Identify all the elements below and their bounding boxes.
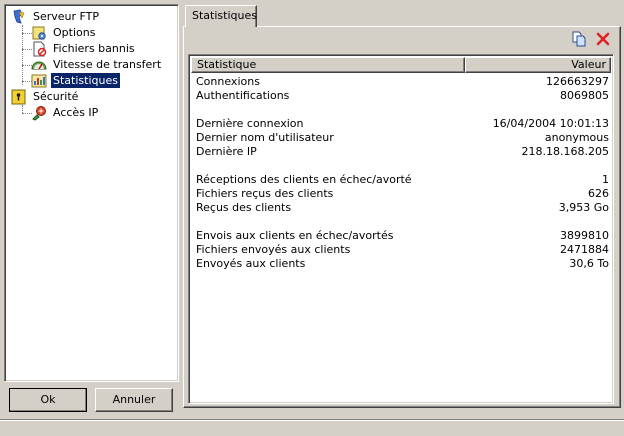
row-statistic: Fichiers envoyés aux clients (196, 243, 351, 256)
row-value: 16/04/2004 10:01:13 (492, 117, 609, 130)
cancel-button[interactable]: Annuler (95, 388, 173, 412)
statistics-icon (31, 73, 47, 89)
row-statistic: Envoyés aux clients (196, 257, 306, 270)
table-row[interactable]: Dernière connexion 16/04/2004 10:01:13 (196, 117, 609, 131)
table-row[interactable] (196, 103, 609, 117)
row-value: 2471884 (560, 243, 609, 256)
row-statistic: Dernière connexion (196, 117, 304, 130)
column-header-value[interactable]: Valeur (465, 57, 611, 73)
table-row[interactable]: Fichiers envoyés aux clients 2471884 (196, 243, 609, 257)
row-statistic: Envois aux clients en échec/avortés (196, 229, 394, 242)
copy-icon[interactable] (571, 31, 587, 47)
row-value: 126663297 (546, 75, 609, 88)
tree-item-label: Accès IP (53, 106, 99, 119)
table-row[interactable]: Dernière IP 218.18.168.205 (196, 145, 609, 159)
row-value: 626 (588, 187, 609, 200)
speedometer-icon (31, 57, 47, 73)
row-value: 30,6 To (569, 257, 609, 270)
table-row[interactable]: Envois aux clients en échec/avortés 38998… (196, 229, 609, 243)
tree-connector (22, 105, 23, 113)
row-value: 3899810 (560, 229, 609, 242)
row-statistic: Fichiers reçus des clients (196, 187, 334, 200)
row-statistic: Connexions (196, 75, 260, 88)
row-statistic: Dernier nom d'utilisateur (196, 131, 334, 144)
row-value: 8069805 (560, 89, 609, 102)
banned-files-icon (31, 41, 47, 57)
tree-item-label: Fichiers bannis (53, 42, 135, 55)
tree-item-label: Vitesse de transfert (53, 58, 162, 71)
row-value: 3,953 Go (558, 201, 609, 214)
table-row[interactable]: Authentifications 8069805 (196, 89, 609, 103)
table-row[interactable]: Réceptions des clients en échec/avorté 1 (196, 173, 609, 187)
list-header: Statistique Valeur (191, 57, 611, 73)
tree-item-label: Sécurité (33, 90, 79, 103)
server-icon (11, 9, 27, 25)
row-statistic: Dernière IP (196, 145, 257, 158)
status-bar (0, 419, 624, 436)
table-row[interactable] (196, 159, 609, 173)
table-row[interactable] (196, 215, 609, 229)
ip-access-icon (31, 105, 47, 121)
column-header-statistic[interactable]: Statistique (191, 57, 465, 73)
table-row[interactable]: Fichiers reçus des clients 626 (196, 187, 609, 201)
lock-icon (11, 89, 27, 105)
settings-tree[interactable]: Serveur FTP Options Fichiers bannis Vite… (4, 4, 179, 382)
tab-statistics[interactable]: Statistiques (185, 5, 257, 27)
table-row[interactable]: Envoyés aux clients 30,6 To (196, 257, 609, 271)
table-row[interactable]: Reçus des clients 3,953 Go (196, 201, 609, 215)
row-statistic: Réceptions des clients en échec/avorté (196, 173, 412, 186)
row-value: anonymous (544, 131, 609, 144)
options-icon (31, 25, 47, 41)
tree-item-label: Serveur FTP (33, 10, 100, 23)
tree-connector (22, 25, 23, 85)
row-statistic: Authentifications (196, 89, 290, 102)
tree-item-label: Options (53, 26, 96, 39)
delete-icon[interactable] (595, 31, 611, 47)
table-row[interactable]: Dernier nom d'utilisateur anonymous (196, 131, 609, 145)
row-value: 1 (602, 173, 609, 186)
tree-item-label: Statistiques (50, 72, 121, 89)
table-row[interactable]: Connexions 126663297 (196, 75, 609, 89)
row-statistic: Reçus des clients (196, 201, 292, 214)
row-value: 218.18.168.205 (521, 145, 609, 158)
statistics-list[interactable]: Statistique Valeur Connexions 126663297 Au… (188, 54, 614, 404)
ok-button[interactable]: Ok (9, 388, 87, 412)
